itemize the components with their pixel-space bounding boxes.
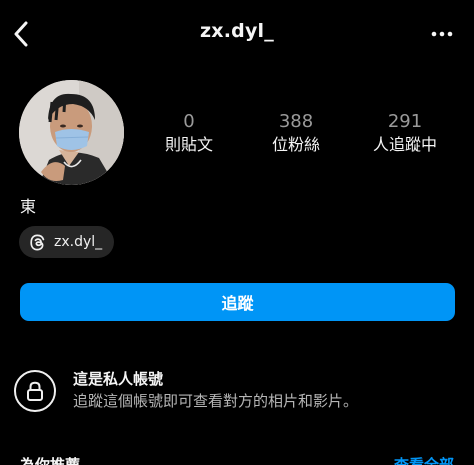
- private-title: 這是私人帳號: [73, 370, 164, 388]
- profile-photo: [19, 80, 124, 185]
- profile-screen: zx.dyl_ 0 則貼文 388 位粉絲 291 人追蹤中 東 zx.dyl_…: [0, 0, 474, 465]
- followers-count-value: 388: [278, 111, 314, 132]
- more-options-button[interactable]: [428, 24, 456, 44]
- followers-count[interactable]: 388 位粉絲: [248, 112, 344, 156]
- posts-count: 0 則貼文: [141, 112, 237, 156]
- page-title: zx.dyl_: [200, 20, 274, 42]
- lock-icon: [27, 381, 43, 401]
- suggestions-header: 為你推薦 查看全部: [20, 454, 454, 465]
- posts-count-value: 0: [183, 111, 195, 132]
- profile-header: zx.dyl_: [0, 0, 474, 68]
- lock-icon-circle: [14, 370, 56, 412]
- following-count-value: 291: [387, 111, 423, 132]
- private-account-notice: 這是私人帳號 追蹤這個帳號即可查看對方的相片和影片。: [14, 364, 454, 414]
- threads-icon: [30, 234, 45, 250]
- follow-button[interactable]: 追蹤: [20, 283, 455, 321]
- display-name: 東: [20, 197, 37, 216]
- see-all-link[interactable]: 查看全部: [394, 454, 454, 465]
- following-count-label: 人追蹤中: [372, 135, 437, 154]
- avatar[interactable]: [19, 80, 124, 185]
- private-description: 追蹤這個帳號即可查看對方的相片和影片。: [73, 392, 359, 410]
- more-horizontal-icon: [431, 31, 453, 37]
- followers-count-label: 位粉絲: [271, 135, 320, 154]
- threads-handle: zx.dyl_: [54, 234, 103, 250]
- suggestions-title: 為你推薦: [20, 456, 81, 465]
- following-count[interactable]: 291 人追蹤中: [357, 112, 453, 156]
- posts-count-label: 則貼文: [164, 135, 213, 154]
- threads-link[interactable]: zx.dyl_: [19, 226, 115, 258]
